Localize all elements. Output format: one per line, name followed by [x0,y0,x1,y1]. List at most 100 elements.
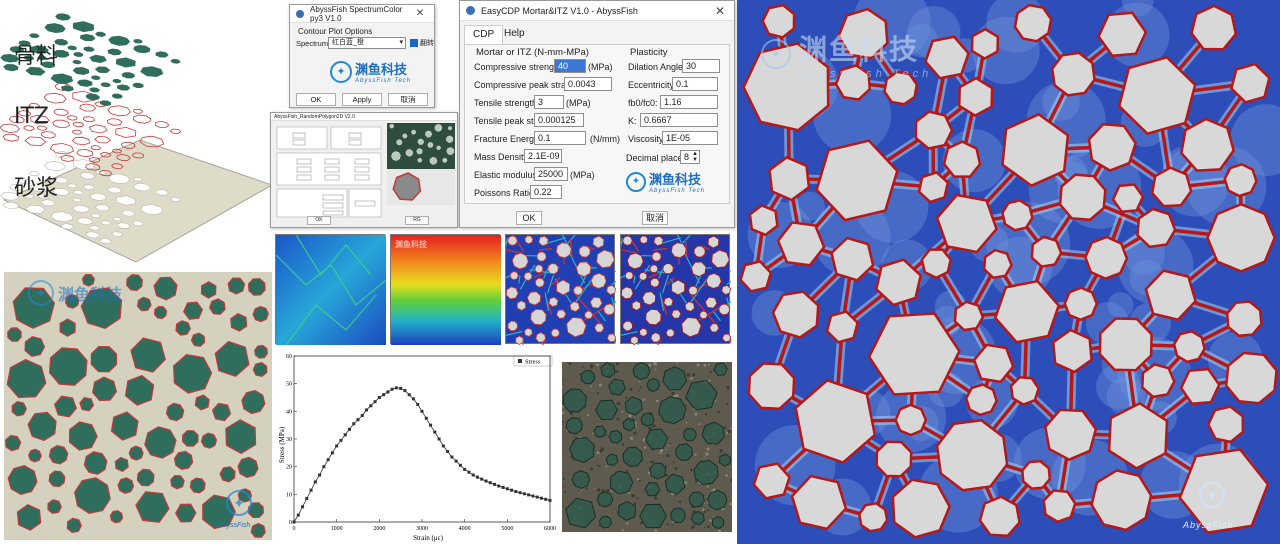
big-corner-text: AbyssFish [1183,520,1234,530]
spectrum-select[interactable]: 红白蓝_橙 ▾ [328,37,406,49]
mini-window-form [275,125,383,221]
aggregate [85,93,100,101]
aggregate [658,396,687,425]
speckle [725,474,728,477]
aggregate [68,421,98,451]
tensile-peak-strain-input[interactable]: 0.000125 [534,113,584,127]
stress-point [501,485,505,489]
aggregate [584,310,594,320]
aggregate [526,291,542,306]
speckle [706,447,710,451]
spinner-arrows-icon[interactable]: ▲ ▼ [692,151,698,163]
mass-density-input[interactable]: 2.1E-09 [524,149,562,163]
k-input[interactable]: 0.6667 [640,113,718,127]
speckle [615,511,618,513]
apply-button[interactable]: Apply [342,93,382,106]
aggregate [671,309,682,319]
stress-point [493,482,497,486]
fish-logo-icon: ✦ [28,280,54,306]
mini-run-button[interactable]: RG [405,216,429,225]
aggregate [675,443,693,462]
aggregate [653,235,664,247]
speckle [730,478,732,483]
aggregate [685,379,718,411]
aggregate [524,327,533,337]
aggregate [170,474,185,490]
stress-point [382,393,386,397]
speckle [568,362,572,365]
eccentricity-input[interactable]: 0.1 [672,77,718,91]
viscosity-input[interactable]: 1E-05 [662,131,718,145]
dilation-angle-input[interactable]: 30 [682,59,720,73]
aggregate [252,305,269,323]
aggregate [121,72,136,79]
poissons-ratio-input[interactable]: 0.22 [530,185,562,199]
speckle [664,465,668,468]
aggregate [132,82,144,89]
ok-button[interactable]: OK [516,211,542,225]
itz-ring [66,115,78,121]
layered-model-illustration: 骨料 ITZ 砂浆 [0,0,272,272]
ok-button[interactable]: OK [296,93,336,106]
aggregate [396,139,403,146]
speckle [596,451,600,455]
itz-ring [71,129,83,135]
speckle [703,364,707,367]
speckle [648,426,652,430]
aggregate [446,135,454,143]
aggregate [608,429,623,444]
speckle [694,412,698,416]
aggregate [507,320,518,332]
aggregate [175,320,191,336]
chart-plot: Strain (με) Stress (MPa) Stress 0 1000 200… [278,354,556,542]
aggregate [128,445,144,461]
contour-thumb-damage [609,223,757,366]
aggregate [411,129,417,135]
aggregate [547,263,559,275]
stress-point [326,458,330,462]
fracture-energy-input[interactable]: 0.1 [534,131,586,145]
compressive-peak-strain-input[interactable]: 0.0043 [564,77,612,91]
cancel-button[interactable]: 取消 [388,93,428,106]
aggregate [1136,207,1177,249]
close-icon[interactable]: ✕ [712,4,728,18]
aggregate [935,418,1009,492]
speckle [637,389,640,392]
aggregate [227,277,246,295]
speckle [596,363,599,367]
aggregate [603,303,616,316]
speckle [726,385,730,390]
contour-thumb-graphic [275,234,387,346]
aggregate [573,285,584,296]
stress-point [484,479,488,483]
close-icon[interactable]: ✕ [412,8,428,19]
aggregate [95,31,106,37]
tab-help[interactable]: Help [496,25,533,45]
speckle [704,526,706,529]
stress-point [531,494,535,498]
aggregate [578,245,591,258]
speckle [709,519,712,522]
elastic-modulus-input[interactable]: 25000 [534,167,568,181]
speckle [615,370,619,373]
speckle [599,383,602,387]
aggregate [72,67,90,75]
easycdp-window: EasyCDP Mortar&ITZ V1.0 - AbyssFish ✕ CD… [459,0,735,228]
aggregate [89,87,101,93]
aggregate [73,21,94,33]
spectrum-select-value: 红白蓝_橙 [332,39,364,46]
tensile-strength-input[interactable]: 3 [534,95,564,109]
aggregate [894,403,928,437]
cancel-button[interactable]: 取消 [642,211,668,225]
reverse-checkbox[interactable] [410,39,418,47]
compressive-strength-input[interactable]: 40 [554,59,586,73]
decimal-places-spinner[interactable]: 8 ▲ ▼ [680,150,700,164]
aggregate [556,309,567,319]
fb0fc0-input[interactable]: 1.16 [660,95,718,109]
mini-ok-button[interactable]: OK [307,216,331,225]
fb0fc0-label: fb0/fc0: [628,98,658,108]
random-polygon-window: AbyssFish_RandomPolygon2D V2.0 OK RG [270,112,458,228]
itz-ring [76,149,94,158]
speckle [677,428,679,430]
speckle [636,478,640,481]
